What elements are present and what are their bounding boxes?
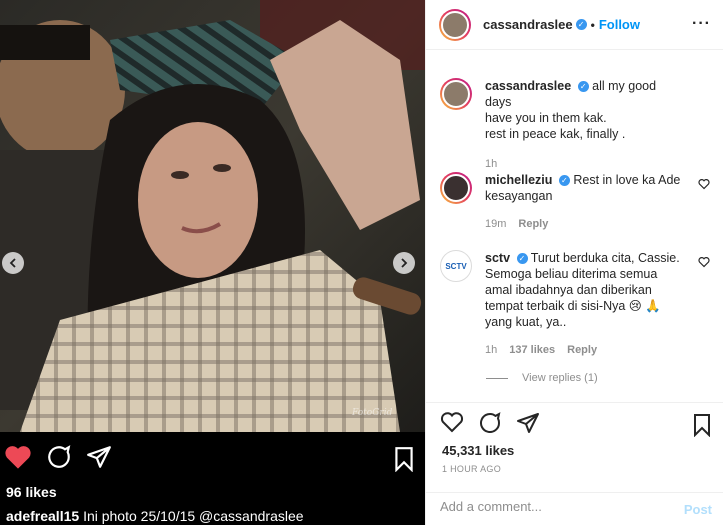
comment-icon[interactable] xyxy=(478,411,502,435)
share-icon xyxy=(87,446,111,468)
post-actions: 45,331 likes 1 HOUR AGO xyxy=(426,402,723,482)
embedded-post-actions: 96 likes adefreall15 Ini photo 25/10/15 … xyxy=(0,432,425,525)
embedded-likes: 96 likes xyxy=(6,484,57,500)
verified-badge-icon: ✓ xyxy=(558,175,570,187)
header-username[interactable]: cassandraslee xyxy=(483,17,573,32)
embedded-caption-text: Ini photo 25/10/15 @cassandraslee xyxy=(83,508,304,524)
photo-watermark: FotoGrid xyxy=(352,408,393,418)
header-separator: • xyxy=(590,17,595,32)
chevron-right-icon xyxy=(401,258,408,268)
like-comment-icon[interactable] xyxy=(698,256,710,268)
share-icon[interactable] xyxy=(516,411,540,435)
follow-button[interactable]: Follow xyxy=(599,17,640,32)
comment-time: 1h xyxy=(485,344,498,356)
post-media[interactable]: FotoGrid 96 likes adefreall15 Ini photo … xyxy=(0,0,425,525)
reply-button[interactable]: Reply xyxy=(567,344,597,356)
like-comment-icon[interactable] xyxy=(698,178,710,190)
comment-input[interactable] xyxy=(440,499,670,514)
comment-username[interactable]: cassandraslee xyxy=(485,79,571,93)
avatar[interactable] xyxy=(440,78,472,110)
carousel-next-button[interactable] xyxy=(393,252,415,274)
comment-text: Semoga beliau diterima semua xyxy=(485,267,658,281)
list-item: michelleziu ✓ Rest in love ka Ade kesaya… xyxy=(440,172,710,232)
bookmark-icon[interactable] xyxy=(692,413,712,437)
more-options-icon[interactable]: ··· xyxy=(692,15,711,33)
comment-text: tempat terbaik di sisi-Nya 😢 🙏 xyxy=(485,299,661,313)
comment-text: amal ibadahnya dan diberikan xyxy=(485,283,652,297)
post-timestamp[interactable]: 1 HOUR AGO xyxy=(442,464,501,474)
verified-badge-icon: ✓ xyxy=(577,81,589,93)
add-comment-bar: Post xyxy=(426,492,723,525)
heart-icon[interactable] xyxy=(440,411,464,433)
comment-username[interactable]: michelleziu xyxy=(485,173,552,187)
comment-text: have you in them kak. xyxy=(485,111,607,125)
comment-username[interactable]: sctv xyxy=(485,251,510,265)
post-button[interactable]: Post xyxy=(684,502,712,517)
comment-icon xyxy=(48,445,71,468)
avatar[interactable] xyxy=(439,8,471,41)
comment-text: rest in peace kak, finally . xyxy=(485,127,626,141)
comment-time: 19m xyxy=(485,218,507,230)
embedded-caption-user: adefreall15 xyxy=(6,508,80,524)
comments-list[interactable]: cassandraslee ✓ all my good days have yo… xyxy=(426,72,723,402)
comment-text: Rest in love ka Ade xyxy=(573,173,681,187)
comment-text: Turut berduka cita, Cassie. xyxy=(530,251,680,265)
likes-count[interactable]: 45,331 likes xyxy=(442,443,514,458)
reply-button[interactable]: Reply xyxy=(518,218,548,230)
post-header: cassandraslee ✓ • Follow ··· xyxy=(426,0,723,50)
post-photo xyxy=(0,0,425,432)
avatar[interactable] xyxy=(440,172,472,204)
heart-filled-icon xyxy=(5,446,31,469)
embedded-caption: adefreall15 Ini photo 25/10/15 @cassandr… xyxy=(6,508,304,524)
list-item: SCTV sctv ✓ Turut berduka cita, Cassie. … xyxy=(440,250,710,358)
bookmark-icon xyxy=(395,447,413,472)
comment-text: yang kuat, ya.. xyxy=(485,315,567,329)
carousel-prev-button[interactable] xyxy=(2,252,24,274)
comment-likes[interactable]: 137 likes xyxy=(509,344,555,356)
avatar[interactable]: SCTV xyxy=(440,250,472,282)
caption-comment: cassandraslee ✓ all my good days have yo… xyxy=(440,78,710,172)
view-replies-button[interactable]: View replies (1) xyxy=(486,372,598,384)
comment-text: kesayangan xyxy=(485,189,553,203)
comment-time: 1h xyxy=(485,158,498,170)
verified-badge-icon: ✓ xyxy=(575,19,587,30)
post-side-panel: cassandraslee ✓ • Follow ··· cassandrasl… xyxy=(425,0,723,525)
divider xyxy=(486,377,508,379)
view-replies-label: View replies (1) xyxy=(522,372,598,384)
verified-badge-icon: ✓ xyxy=(516,253,528,265)
chevron-left-icon xyxy=(9,258,16,268)
